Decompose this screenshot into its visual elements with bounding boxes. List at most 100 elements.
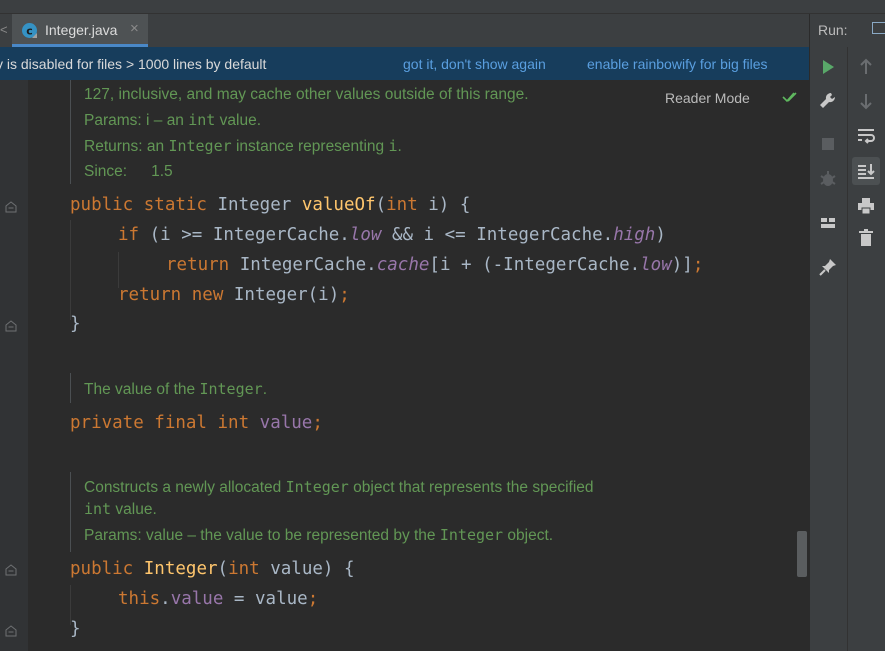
pin-icon[interactable] [816, 255, 840, 279]
doc-text: object. [503, 527, 554, 544]
indent-guide [118, 252, 119, 288]
stop-icon[interactable] [816, 132, 840, 156]
doc-code: Integer [285, 478, 349, 496]
indent-guide [70, 220, 71, 320]
doc-text: The value of the [84, 381, 200, 398]
wrench-icon[interactable] [816, 89, 840, 113]
doc-code: int [84, 500, 112, 518]
java-class-file-icon: c [22, 23, 37, 38]
type-name: Integer [217, 195, 302, 215]
doc-comment-bar [70, 373, 71, 403]
layout-icon[interactable] [872, 22, 885, 34]
punctuation: ; [312, 413, 323, 433]
title-strip [0, 0, 885, 14]
doc-since-line: Since: 1.5 [84, 163, 173, 181]
doc-code: Integer [168, 137, 232, 155]
layout-grid-icon[interactable] [816, 211, 840, 235]
doc-line: Constructs a newly allocated Integer obj… [84, 478, 594, 497]
doc-comment-bar [70, 80, 71, 184]
keyword: public static [70, 195, 218, 215]
doc-text: Params: i – an [84, 112, 189, 129]
doc-line: The value of the Integer. [84, 380, 267, 399]
code-text: [i + (-IntegerCache. [429, 255, 641, 275]
banner-message: y is disabled for files > 1000 lines by … [0, 56, 267, 72]
fold-end-icon[interactable] [5, 201, 17, 213]
doc-text: object that represents the specified [348, 479, 594, 496]
keyword: public [70, 559, 144, 579]
doc-text: Returns: an [84, 138, 169, 155]
enable-rainbowify-link[interactable]: enable rainbowify for big files [587, 56, 768, 72]
doc-code: i [388, 137, 398, 155]
doc-text: 1.5 [151, 163, 173, 180]
svg-text:c: c [26, 25, 33, 38]
code-line: } [70, 314, 81, 334]
punctuation: ; [307, 589, 319, 609]
got-it-link[interactable]: got it, don't show again [403, 56, 546, 72]
field-ref: cache [376, 255, 430, 275]
code-line: this.value = value; [118, 589, 318, 609]
code-line: public Integer(int value) { [70, 559, 355, 579]
code-line: return new Integer(i); [118, 285, 350, 305]
method-name: Integer [143, 559, 218, 579]
code-text: . [160, 589, 171, 609]
code-text: ) [655, 225, 666, 245]
field-ref: high [613, 225, 656, 245]
code-text: = value [223, 589, 308, 609]
method-name: valueOf [301, 195, 376, 215]
code-text: (i >= IntegerCache. [139, 225, 350, 245]
tab-scroll-left[interactable]: < [0, 22, 8, 37]
fold-end-icon[interactable] [5, 564, 17, 576]
trash-icon[interactable] [854, 226, 878, 250]
doc-text: instance representing [231, 138, 389, 155]
vertical-scrollbar-thumb[interactable] [797, 531, 807, 577]
keyword: int [228, 559, 260, 579]
code-text: ( [217, 559, 229, 579]
code-line: } [70, 619, 81, 639]
editor-tab-bar: < c Integer.java × [0, 14, 809, 48]
doc-text: Since: [84, 163, 128, 180]
doc-text: . [262, 381, 267, 398]
code-text: IntegerCache. [229, 255, 377, 275]
code-editor[interactable]: 127, inclusive, and may cache other valu… [0, 80, 809, 651]
fold-start-icon[interactable] [5, 320, 17, 332]
reader-mode-toggle[interactable]: Reader Mode [665, 90, 750, 106]
keyword: if [118, 225, 140, 245]
code-text: ( [375, 195, 387, 215]
code-line: public static Integer valueOf(int i) { [70, 195, 470, 215]
debug-bug-icon[interactable] [816, 167, 840, 191]
rerun-icon[interactable] [816, 55, 840, 79]
keyword: private final int [70, 413, 260, 433]
arrow-up-icon[interactable] [854, 55, 878, 79]
doc-text: Constructs a newly allocated [84, 479, 286, 496]
doc-returns-line: Returns: an Integer instance representin… [84, 137, 402, 156]
toolbar-separator [847, 47, 848, 651]
keyword: this [118, 589, 161, 609]
arrow-down-icon[interactable] [854, 89, 878, 113]
print-icon[interactable] [854, 194, 878, 218]
keyword: return new [118, 285, 224, 305]
soft-wrap-icon[interactable] [854, 123, 878, 147]
code-text: i) { [417, 195, 471, 215]
keyword: return [166, 255, 230, 275]
check-icon[interactable] [782, 90, 798, 104]
code-line: return IntegerCache.cache[i + (-IntegerC… [166, 255, 703, 275]
doc-code: int [188, 111, 216, 129]
doc-text: Params: value – the value to be represen… [84, 527, 440, 544]
code-text: Integer(i) [223, 285, 340, 305]
fold-start-icon[interactable] [5, 625, 17, 637]
code-line: private final int value; [70, 413, 323, 433]
doc-code: Integer [199, 380, 263, 398]
doc-text: value. [215, 112, 262, 129]
doc-line: int value. [84, 500, 157, 519]
doc-params-line: Params: value – the value to be represen… [84, 526, 553, 545]
notification-banner: y is disabled for files > 1000 lines by … [0, 47, 809, 80]
field-name: value [259, 413, 313, 433]
doc-line: 127, inclusive, and may cache other valu… [84, 86, 529, 103]
tab-label: Integer.java [45, 22, 118, 38]
tab-integer-java[interactable]: c Integer.java × [12, 14, 148, 47]
code-text: && i <= IntegerCache. [381, 225, 614, 245]
field-ref: value [170, 589, 224, 609]
doc-text: value. [111, 501, 157, 518]
tab-close-icon[interactable]: × [130, 20, 139, 37]
scroll-to-end-icon[interactable] [852, 157, 880, 185]
